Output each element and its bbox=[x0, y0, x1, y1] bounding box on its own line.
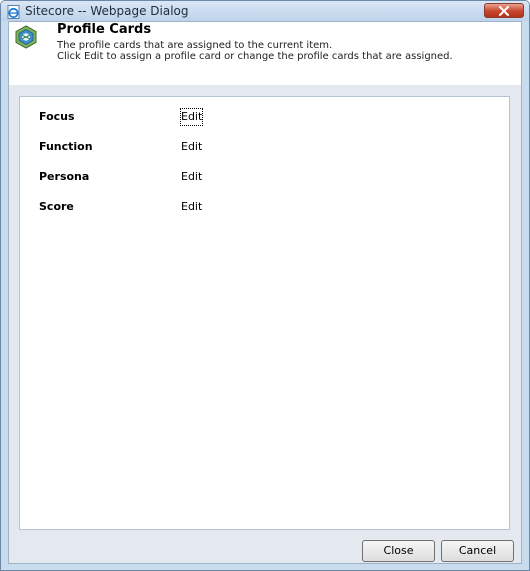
profile-label: Persona bbox=[39, 170, 90, 183]
page-description: The profile cards that are assigned to t… bbox=[57, 40, 453, 62]
profile-row-function: Function Edit bbox=[39, 139, 339, 155]
edit-persona-link[interactable]: Edit bbox=[181, 169, 202, 185]
description-line-1: The profile cards that are assigned to t… bbox=[57, 40, 333, 51]
cancel-button[interactable]: Cancel bbox=[441, 540, 514, 562]
dialog-header: Profile Cards The profile cards that are… bbox=[9, 22, 521, 85]
close-x-icon bbox=[499, 6, 509, 16]
close-button[interactable]: Close bbox=[362, 540, 435, 562]
profile-label: Score bbox=[39, 200, 74, 213]
dialog-body: Focus Edit Function Edit Persona Edit Sc… bbox=[9, 85, 521, 563]
ie-page-icon bbox=[7, 4, 21, 19]
profile-cards-icon bbox=[14, 25, 38, 49]
dialog-window: Sitecore -- Webpage Dialog Profile Cards… bbox=[0, 0, 530, 571]
profile-row-focus: Focus Edit bbox=[39, 108, 339, 126]
profile-label: Focus bbox=[39, 110, 75, 123]
window-title: Sitecore -- Webpage Dialog bbox=[25, 4, 189, 18]
profile-list-panel: Focus Edit Function Edit Persona Edit Sc… bbox=[19, 96, 510, 530]
edit-focus-link[interactable]: Edit bbox=[179, 108, 204, 126]
profile-label: Function bbox=[39, 140, 93, 153]
profile-row-persona: Persona Edit bbox=[39, 169, 339, 185]
title-bar[interactable]: Sitecore -- Webpage Dialog bbox=[1, 1, 529, 21]
edit-function-link[interactable]: Edit bbox=[181, 139, 202, 155]
description-line-2: Click Edit to assign a profile card or c… bbox=[57, 51, 453, 62]
dialog-client: Profile Cards The profile cards that are… bbox=[8, 21, 522, 564]
page-title: Profile Cards bbox=[57, 22, 152, 37]
profile-row-score: Score Edit bbox=[39, 199, 339, 215]
edit-score-link[interactable]: Edit bbox=[181, 199, 202, 215]
window-close-button[interactable] bbox=[484, 3, 524, 18]
